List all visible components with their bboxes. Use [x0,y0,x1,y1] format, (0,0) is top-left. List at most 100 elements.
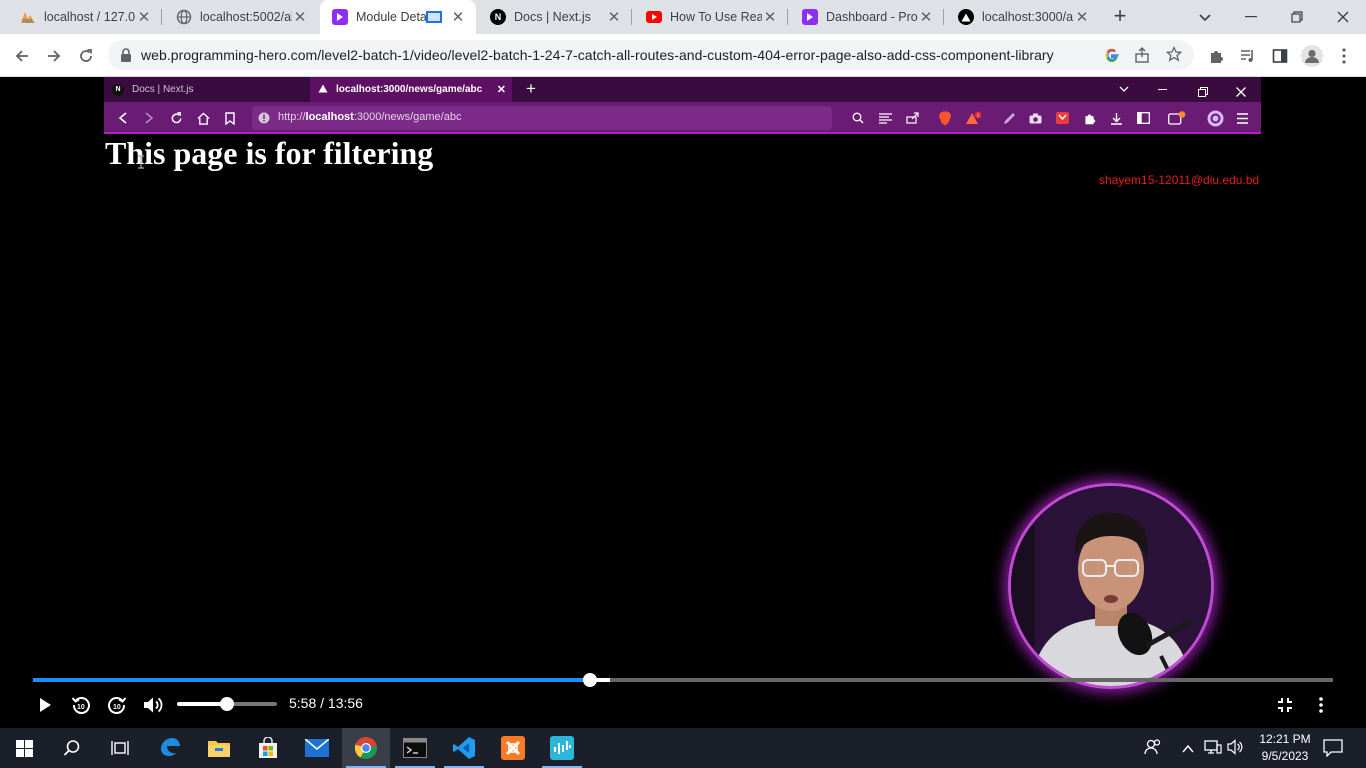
close-icon[interactable]: ✕ [450,8,466,26]
rewind-10-button[interactable]: 10 [68,692,94,718]
file-explorer-icon[interactable] [195,728,243,768]
bookmark-star-icon[interactable] [1165,45,1183,62]
wallet-icon [1168,109,1186,127]
download-icon [1107,109,1125,127]
mail-icon[interactable] [293,728,341,768]
svg-text:10: 10 [113,704,121,711]
xampp-icon[interactable] [489,728,537,768]
seek-bar[interactable] [33,673,1333,687]
audio-app-icon[interactable] [538,728,586,768]
more-menu-icon[interactable] [1330,42,1358,70]
close-icon: ✕ [496,84,506,96]
volume-icon[interactable] [140,692,166,718]
inner-tab-docs: N Docs | Next.js [112,77,310,102]
inner-tab-strip: N Docs | Next.js localhost:3000/news/gam… [104,77,1261,102]
edge-icon[interactable] [146,728,194,768]
tab-module-details[interactable]: Module Deta ✕ [320,0,476,34]
clock[interactable]: 12:21 PM 9/5/2023 [1255,731,1315,765]
profile-avatar[interactable] [1298,42,1326,70]
vscode-icon[interactable] [440,728,488,768]
toolbar: web.programming-hero.com/level2-batch-1/… [0,34,1366,77]
lock-icon[interactable] [120,48,132,67]
tab-title: localhost:5002/al [200,10,292,24]
network-icon[interactable] [1204,739,1222,760]
close-icon[interactable]: ✕ [292,8,308,26]
zoom-icon [849,109,867,127]
nextjs-icon: N [490,9,506,25]
inner-toolbar: http://localhost:3000/news/game/abc 1 [104,102,1261,134]
volume-handle[interactable] [220,697,234,711]
extensions-icon[interactable] [1202,42,1230,70]
tab-youtube[interactable]: How To Use Reac ✕ [634,0,788,34]
restore-icon [1198,84,1208,102]
tab-localhost-5002[interactable]: localhost:5002/al ✕ [164,0,318,34]
share-icon[interactable] [1134,47,1150,63]
reload-icon[interactable] [72,42,100,70]
more-options-icon[interactable] [1308,692,1334,718]
media-queue-icon[interactable] [1234,42,1262,70]
inner-url-text: http://localhost:3000/news/game/abc [278,111,462,123]
side-panel-icon[interactable] [1266,42,1294,70]
sidebar-icon [1134,109,1152,127]
tab-dashboard[interactable]: Dashboard - Pro ✕ [790,0,944,34]
text-cursor-icon [137,155,145,174]
new-tab-icon[interactable]: + [1108,5,1132,29]
close-icon[interactable]: ✕ [918,8,934,26]
time-display: 5:58 / 13:56 [289,695,363,711]
close-window-icon [1236,84,1246,102]
inner-tab-title: localhost:3000/news/game/abc [336,84,483,95]
google-icon[interactable] [1104,47,1120,63]
tab-title: localhost:3000/a [982,10,1074,24]
seek-handle[interactable] [582,673,597,687]
notification-icon[interactable] [1323,739,1343,762]
reader-mode-icon [876,109,894,127]
brave-shield-icon [936,109,954,127]
chrome-icon[interactable] [342,728,390,768]
tab-title: localhost / 127.0. [44,10,136,24]
share-icon [903,109,921,127]
tab-title: Dashboard - Pro [826,10,918,24]
minimize-icon [1158,89,1167,90]
url-text: web.programming-hero.com/level2-batch-1/… [141,47,1054,63]
pen-icon [1000,109,1018,127]
address-bar[interactable]: web.programming-hero.com/level2-batch-1/… [108,40,1194,70]
start-icon[interactable] [0,728,48,768]
video-player[interactable]: N Docs | Next.js localhost:3000/news/gam… [0,77,1366,728]
leo-ai-icon [1206,109,1224,127]
inner-address-bar: http://localhost:3000/news/game/abc [252,106,832,130]
people-icon[interactable] [1144,738,1162,761]
page-heading: This page is for filtering [105,135,434,171]
extensions-icon [1080,109,1098,127]
close-icon[interactable]: ✕ [1074,8,1090,26]
forward-icon[interactable] [40,42,68,70]
close-window-icon[interactable] [1320,0,1366,34]
minimize-icon[interactable] [1228,0,1274,34]
svg-text:PMA: PMA [22,19,34,24]
terminal-icon[interactable] [391,728,439,768]
vercel-icon [958,9,974,25]
close-icon[interactable]: ✕ [136,8,152,26]
back-icon[interactable] [8,42,36,70]
volume-slider[interactable] [177,697,277,711]
search-icon[interactable] [48,728,96,768]
task-view-icon[interactable] [96,728,144,768]
tab-phpmyadmin[interactable]: PMA localhost / 127.0. ✕ [8,0,162,34]
chevron-up-icon[interactable] [1182,741,1194,759]
store-icon[interactable] [244,728,292,768]
inner-tab-localhost: localhost:3000/news/game/abc ✕ [310,77,512,102]
watermark-email: shayem15-12011@diu.edu.bd [1099,173,1260,187]
tab-localhost-3000[interactable]: localhost:3000/a ✕ [946,0,1100,34]
close-icon[interactable]: ✕ [762,8,778,26]
bookmark-icon [221,109,239,127]
forward-10-button[interactable]: 10 [104,692,130,718]
nextjs-icon: N [112,83,124,96]
tab-search-icon[interactable] [1196,8,1214,26]
screen-share-icon [426,11,442,23]
tab-title: How To Use Reac [670,10,762,24]
play-button[interactable] [32,692,58,718]
exit-fullscreen-button[interactable] [1272,692,1298,718]
close-icon[interactable]: ✕ [606,8,622,26]
restore-icon[interactable] [1274,0,1320,34]
speaker-icon[interactable] [1227,739,1245,760]
tab-docs-nextjs[interactable]: N Docs | Next.js ✕ [478,0,632,34]
